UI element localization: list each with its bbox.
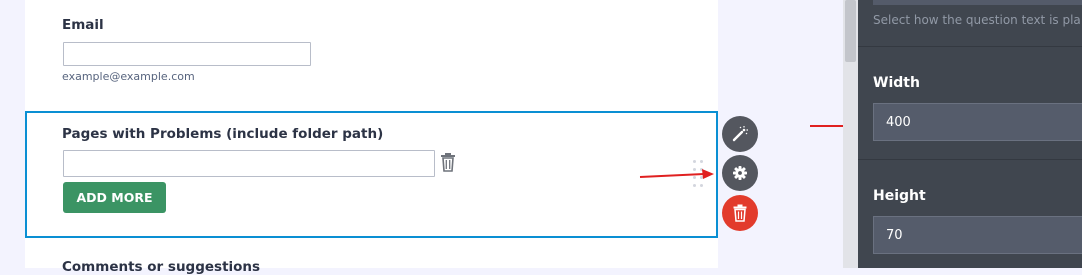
pages-with-problems-input[interactable] — [63, 150, 435, 177]
label-alignment-select[interactable] — [873, 0, 1082, 5]
pages-with-problems-label: Pages with Problems (include folder path… — [62, 126, 384, 142]
width-label: Width — [873, 75, 920, 91]
delete-field-button[interactable] — [722, 195, 758, 231]
email-sublabel: example@example.com — [62, 70, 195, 83]
add-more-button[interactable]: ADD MORE — [63, 182, 166, 213]
remove-row-trash-icon[interactable] — [440, 152, 456, 172]
width-input[interactable] — [873, 103, 1082, 141]
email-input[interactable] — [63, 42, 311, 66]
gear-icon — [733, 166, 747, 180]
height-input[interactable] — [873, 216, 1082, 254]
label-alignment-note: Select how the question text is pla — [873, 13, 1081, 27]
comments-label: Comments or suggestions — [62, 259, 261, 275]
annotation-arrow-settings — [639, 169, 714, 179]
magic-wand-icon — [732, 126, 748, 142]
panel-divider — [858, 46, 1082, 47]
panel-scrollbar-thumb[interactable] — [845, 0, 856, 62]
panel-divider — [858, 159, 1082, 160]
height-label: Height — [873, 188, 926, 204]
trash-icon — [733, 204, 747, 222]
magic-wand-button[interactable] — [722, 116, 758, 152]
email-label: Email — [62, 17, 104, 33]
field-settings-button[interactable] — [722, 155, 758, 191]
